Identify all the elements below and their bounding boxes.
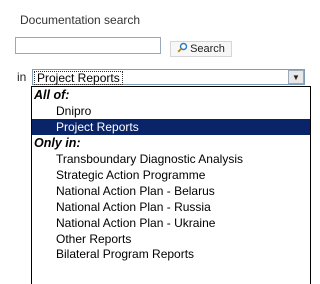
group-all-of: All of: — [34, 88, 70, 102]
option-dnipro[interactable]: Dnipro — [32, 103, 310, 119]
option-strategic-action-programme[interactable]: Strategic Action Programme — [32, 167, 310, 183]
group-only-in: Only in: — [34, 136, 81, 150]
option-transboundary-diagnostic-analysis[interactable]: Transboundary Diagnostic Analysis — [32, 151, 310, 167]
panel-title: Documentation search — [20, 13, 141, 27]
category-select-value: Project Reports — [34, 71, 123, 85]
search-input[interactable] — [15, 37, 161, 54]
search-icon — [177, 42, 188, 56]
chevron-down-icon[interactable]: ▼ — [288, 70, 304, 84]
option-nap-russia[interactable]: National Action Plan - Russia — [32, 199, 310, 215]
category-dropdown-list: All of: Dnipro Project Reports Only in: … — [31, 86, 311, 284]
search-button-label: Search — [190, 43, 225, 55]
option-other-reports[interactable]: Other Reports — [32, 231, 310, 247]
search-button[interactable]: Search — [170, 41, 232, 57]
option-bilateral-program-reports[interactable]: Bilateral Program Reports — [32, 247, 310, 261]
in-label: in — [17, 70, 27, 84]
option-project-reports[interactable]: Project Reports — [32, 119, 310, 135]
option-nap-belarus[interactable]: National Action Plan - Belarus — [32, 183, 310, 199]
option-nap-ukraine[interactable]: National Action Plan - Ukraine — [32, 215, 310, 231]
category-select[interactable]: Project Reports ▼ — [32, 69, 305, 85]
